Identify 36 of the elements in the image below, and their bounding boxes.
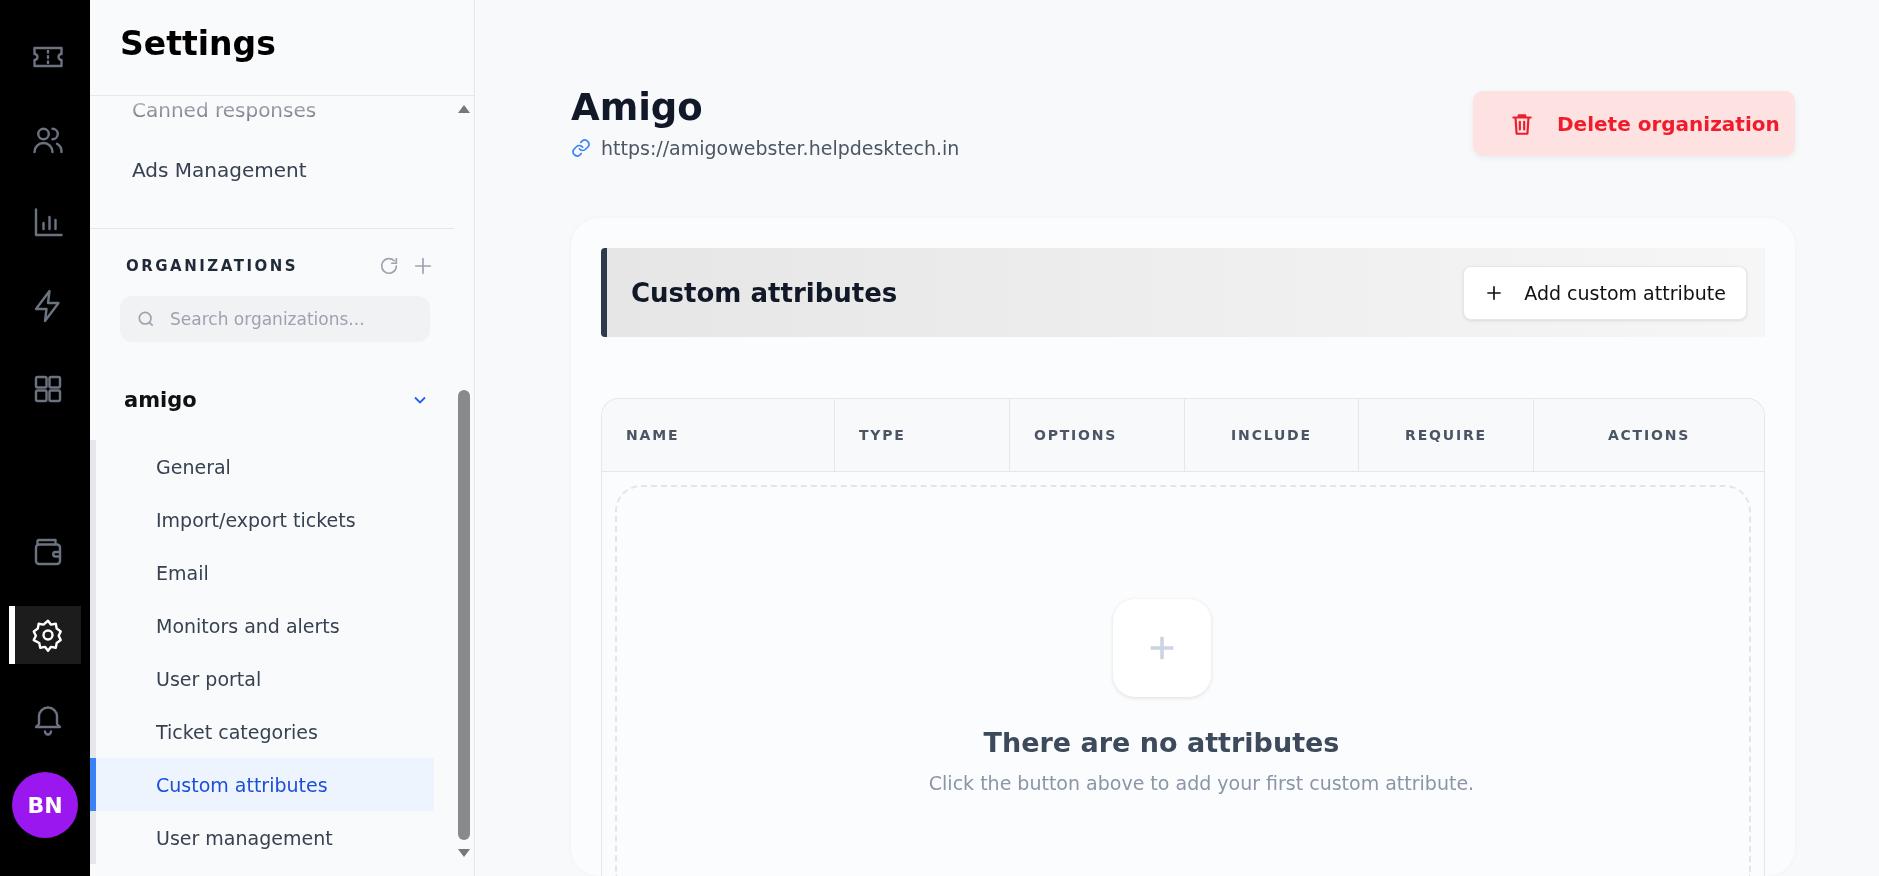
organization-menu-item[interactable]: User management [90,811,434,864]
organization-menu-item[interactable]: General [90,440,434,493]
organization-menu-item[interactable]: User portal [90,652,434,705]
search-field[interactable]: Search organizations... [120,296,430,342]
empty-title: There are no attributes [983,727,1340,758]
add-tile[interactable] [1112,599,1211,697]
refresh-icon[interactable] [378,255,400,277]
organization-url[interactable]: https://amigowebster.helpdesktech.in [601,137,960,159]
settings-menu-item[interactable]: Ads Management [90,122,454,218]
organizations-heading: ORGANIZATIONS [126,257,300,275]
organization-menu-item[interactable]: Custom attributes [90,758,434,811]
organization-menu-item[interactable]: Ticket categories [90,705,434,758]
column-header: TYPE [835,399,1010,471]
link-icon [571,138,591,158]
column-header: OPTIONS [1010,399,1185,471]
scroll-up-icon[interactable] [457,104,471,114]
organization-title: Amigo [571,86,704,129]
user-avatar[interactable]: BN [12,772,78,838]
column-header: REQUIRE [1359,399,1534,471]
empty-description: Click the button above to add your first custom attribute. [928,772,1475,794]
delete-organization-button[interactable]: Delete organization [1473,91,1795,156]
column-header: ACTIONS [1606,426,1692,445]
column-header: INCLUDE [1185,399,1359,471]
column-header: NAME [602,399,835,471]
organization-name[interactable]: amigo [124,388,410,412]
scroll-down-icon[interactable] [457,848,471,858]
organization-menu-item[interactable]: Monitors and alerts [90,599,434,652]
add-attribute-button[interactable]: Add custom attribute [1463,265,1747,320]
settings-title: Settings [90,0,474,96]
section-title: Custom attributes [631,277,898,308]
organization-menu-item[interactable]: Import/export tickets [90,493,434,546]
search-input[interactable]: Search organizations... [168,308,414,330]
nav-rail-button[interactable] [9,606,81,664]
scrollbar-thumb[interactable] [458,390,470,840]
search-icon [136,309,156,329]
organization-menu-item[interactable]: Email [90,546,434,599]
